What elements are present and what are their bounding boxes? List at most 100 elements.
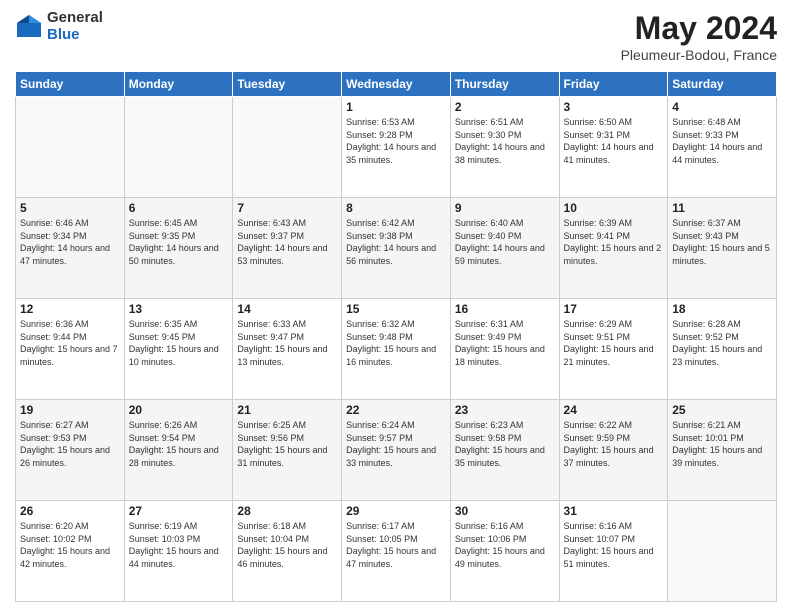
day-info: Sunrise: 6:20 AM Sunset: 10:02 PM Daylig… (20, 520, 120, 570)
day-info: Sunrise: 6:26 AM Sunset: 9:54 PM Dayligh… (129, 419, 229, 469)
calendar: Sunday Monday Tuesday Wednesday Thursday… (15, 71, 777, 602)
day-cell (233, 97, 342, 198)
day-cell: 21Sunrise: 6:25 AM Sunset: 9:56 PM Dayli… (233, 400, 342, 501)
day-cell: 7 Sunrise: 6:43 AM Sunset: 9:37 PM Daylig… (233, 198, 342, 299)
day-info: Sunrise: 6:18 AM Sunset: 10:04 PM Daylig… (237, 520, 337, 570)
logo-text: General Blue (47, 10, 103, 43)
day-cell: 24 Sunrise: 6:22 AM Sunset: 9:59 PM Dayli… (559, 400, 668, 501)
day-number: 10 (564, 201, 664, 215)
logo-icon (15, 13, 43, 41)
day-number: 12 (20, 302, 120, 316)
day-number: 11 (672, 201, 772, 215)
day-info: Sunrise: 6:43 AM Sunset: 9:37 PM Dayligh… (237, 217, 337, 267)
day-cell: 5 Sunrise: 6:46 AM Sunset: 9:34 PM Daylig… (16, 198, 125, 299)
day-number: 1 (346, 100, 446, 114)
day-cell: 3 Sunrise: 6:50 AM Sunset: 9:31 PM Daylig… (559, 97, 668, 198)
day-number: 25 (672, 403, 772, 417)
day-cell: 22 Sunrise: 6:24 AM Sunset: 9:57 PM Dayli… (342, 400, 451, 501)
day-cell: 19 Sunrise: 6:27 AM Sunset: 9:53 PM Dayli… (16, 400, 125, 501)
calendar-header: Sunday Monday Tuesday Wednesday Thursday… (16, 72, 777, 97)
day-number: 24 (564, 403, 664, 417)
day-number: 31 (564, 504, 664, 518)
logo-blue: Blue (47, 27, 103, 44)
day-number: 9 (455, 201, 555, 215)
week-row-2: 12Sunrise: 6:36 AM Sunset: 9:44 PM Dayli… (16, 299, 777, 400)
day-cell: 25Sunrise: 6:21 AM Sunset: 10:01 PM Dayl… (668, 400, 777, 501)
col-thursday: Thursday (450, 72, 559, 97)
day-info: Sunrise: 6:29 AM Sunset: 9:51 PM Dayligh… (564, 318, 664, 368)
day-info: Sunrise: 6:24 AM Sunset: 9:57 PM Dayligh… (346, 419, 446, 469)
day-info: Sunrise: 6:51 AM Sunset: 9:30 PM Dayligh… (455, 116, 555, 166)
day-info: Sunrise: 6:32 AM Sunset: 9:48 PM Dayligh… (346, 318, 446, 368)
day-number: 26 (20, 504, 120, 518)
day-info: Sunrise: 6:46 AM Sunset: 9:34 PM Dayligh… (20, 217, 120, 267)
day-info: Sunrise: 6:37 AM Sunset: 9:43 PM Dayligh… (672, 217, 772, 267)
col-tuesday: Tuesday (233, 72, 342, 97)
day-info: Sunrise: 6:27 AM Sunset: 9:53 PM Dayligh… (20, 419, 120, 469)
day-cell: 6Sunrise: 6:45 AM Sunset: 9:35 PM Daylig… (124, 198, 233, 299)
weekday-row: Sunday Monday Tuesday Wednesday Thursday… (16, 72, 777, 97)
day-info: Sunrise: 6:31 AM Sunset: 9:49 PM Dayligh… (455, 318, 555, 368)
day-number: 20 (129, 403, 229, 417)
day-info: Sunrise: 6:17 AM Sunset: 10:05 PM Daylig… (346, 520, 446, 570)
col-sunday: Sunday (16, 72, 125, 97)
day-info: Sunrise: 6:22 AM Sunset: 9:59 PM Dayligh… (564, 419, 664, 469)
day-number: 19 (20, 403, 120, 417)
day-info: Sunrise: 6:25 AM Sunset: 9:56 PM Dayligh… (237, 419, 337, 469)
title-block: May 2024 Pleumeur-Bodou, France (621, 10, 777, 63)
day-cell: 27 Sunrise: 6:19 AM Sunset: 10:03 PM Dayl… (124, 501, 233, 602)
day-info: Sunrise: 6:40 AM Sunset: 9:40 PM Dayligh… (455, 217, 555, 267)
day-number: 27 (129, 504, 229, 518)
day-info: Sunrise: 6:42 AM Sunset: 9:38 PM Dayligh… (346, 217, 446, 267)
day-cell: 16 Sunrise: 6:31 AM Sunset: 9:49 PM Dayli… (450, 299, 559, 400)
day-info: Sunrise: 6:50 AM Sunset: 9:31 PM Dayligh… (564, 116, 664, 166)
day-cell: 2Sunrise: 6:51 AM Sunset: 9:30 PM Daylig… (450, 97, 559, 198)
day-info: Sunrise: 6:53 AM Sunset: 9:28 PM Dayligh… (346, 116, 446, 166)
day-cell: 26 Sunrise: 6:20 AM Sunset: 10:02 PM Dayl… (16, 501, 125, 602)
day-number: 14 (237, 302, 337, 316)
day-number: 29 (346, 504, 446, 518)
day-cell: 9 Sunrise: 6:40 AM Sunset: 9:40 PM Daylig… (450, 198, 559, 299)
day-info: Sunrise: 6:35 AM Sunset: 9:45 PM Dayligh… (129, 318, 229, 368)
day-info: Sunrise: 6:28 AM Sunset: 9:52 PM Dayligh… (672, 318, 772, 368)
day-number: 4 (672, 100, 772, 114)
week-row-3: 19 Sunrise: 6:27 AM Sunset: 9:53 PM Dayli… (16, 400, 777, 501)
col-monday: Monday (124, 72, 233, 97)
day-cell: 12Sunrise: 6:36 AM Sunset: 9:44 PM Dayli… (16, 299, 125, 400)
day-number: 15 (346, 302, 446, 316)
day-info: Sunrise: 6:16 AM Sunset: 10:07 PM Daylig… (564, 520, 664, 570)
day-cell (124, 97, 233, 198)
day-number: 22 (346, 403, 446, 417)
day-cell: 15 Sunrise: 6:32 AM Sunset: 9:48 PM Dayli… (342, 299, 451, 400)
day-number: 5 (20, 201, 120, 215)
col-saturday: Saturday (668, 72, 777, 97)
month-title: May 2024 (621, 10, 777, 47)
day-cell (16, 97, 125, 198)
day-cell: 30Sunrise: 6:16 AM Sunset: 10:06 PM Dayl… (450, 501, 559, 602)
day-info: Sunrise: 6:45 AM Sunset: 9:35 PM Dayligh… (129, 217, 229, 267)
day-cell: 17Sunrise: 6:29 AM Sunset: 9:51 PM Dayli… (559, 299, 668, 400)
day-info: Sunrise: 6:39 AM Sunset: 9:41 PM Dayligh… (564, 217, 664, 267)
day-cell: 13Sunrise: 6:35 AM Sunset: 9:45 PM Dayli… (124, 299, 233, 400)
day-number: 16 (455, 302, 555, 316)
day-number: 30 (455, 504, 555, 518)
header: General Blue May 2024 Pleumeur-Bodou, Fr… (15, 10, 777, 63)
day-cell: 14Sunrise: 6:33 AM Sunset: 9:47 PM Dayli… (233, 299, 342, 400)
day-cell: 29 Sunrise: 6:17 AM Sunset: 10:05 PM Dayl… (342, 501, 451, 602)
day-cell (668, 501, 777, 602)
day-number: 8 (346, 201, 446, 215)
col-wednesday: Wednesday (342, 72, 451, 97)
day-info: Sunrise: 6:19 AM Sunset: 10:03 PM Daylig… (129, 520, 229, 570)
day-number: 7 (237, 201, 337, 215)
day-info: Sunrise: 6:23 AM Sunset: 9:58 PM Dayligh… (455, 419, 555, 469)
day-cell: 11 Sunrise: 6:37 AM Sunset: 9:43 PM Dayli… (668, 198, 777, 299)
day-number: 3 (564, 100, 664, 114)
day-cell: 4Sunrise: 6:48 AM Sunset: 9:33 PM Daylig… (668, 97, 777, 198)
day-cell: 28 Sunrise: 6:18 AM Sunset: 10:04 PM Dayl… (233, 501, 342, 602)
logo: General Blue (15, 10, 103, 43)
day-cell: 8 Sunrise: 6:42 AM Sunset: 9:38 PM Daylig… (342, 198, 451, 299)
page: General Blue May 2024 Pleumeur-Bodou, Fr… (0, 0, 792, 612)
week-row-4: 26 Sunrise: 6:20 AM Sunset: 10:02 PM Dayl… (16, 501, 777, 602)
day-number: 28 (237, 504, 337, 518)
week-row-0: 1 Sunrise: 6:53 AM Sunset: 9:28 PM Daylig… (16, 97, 777, 198)
